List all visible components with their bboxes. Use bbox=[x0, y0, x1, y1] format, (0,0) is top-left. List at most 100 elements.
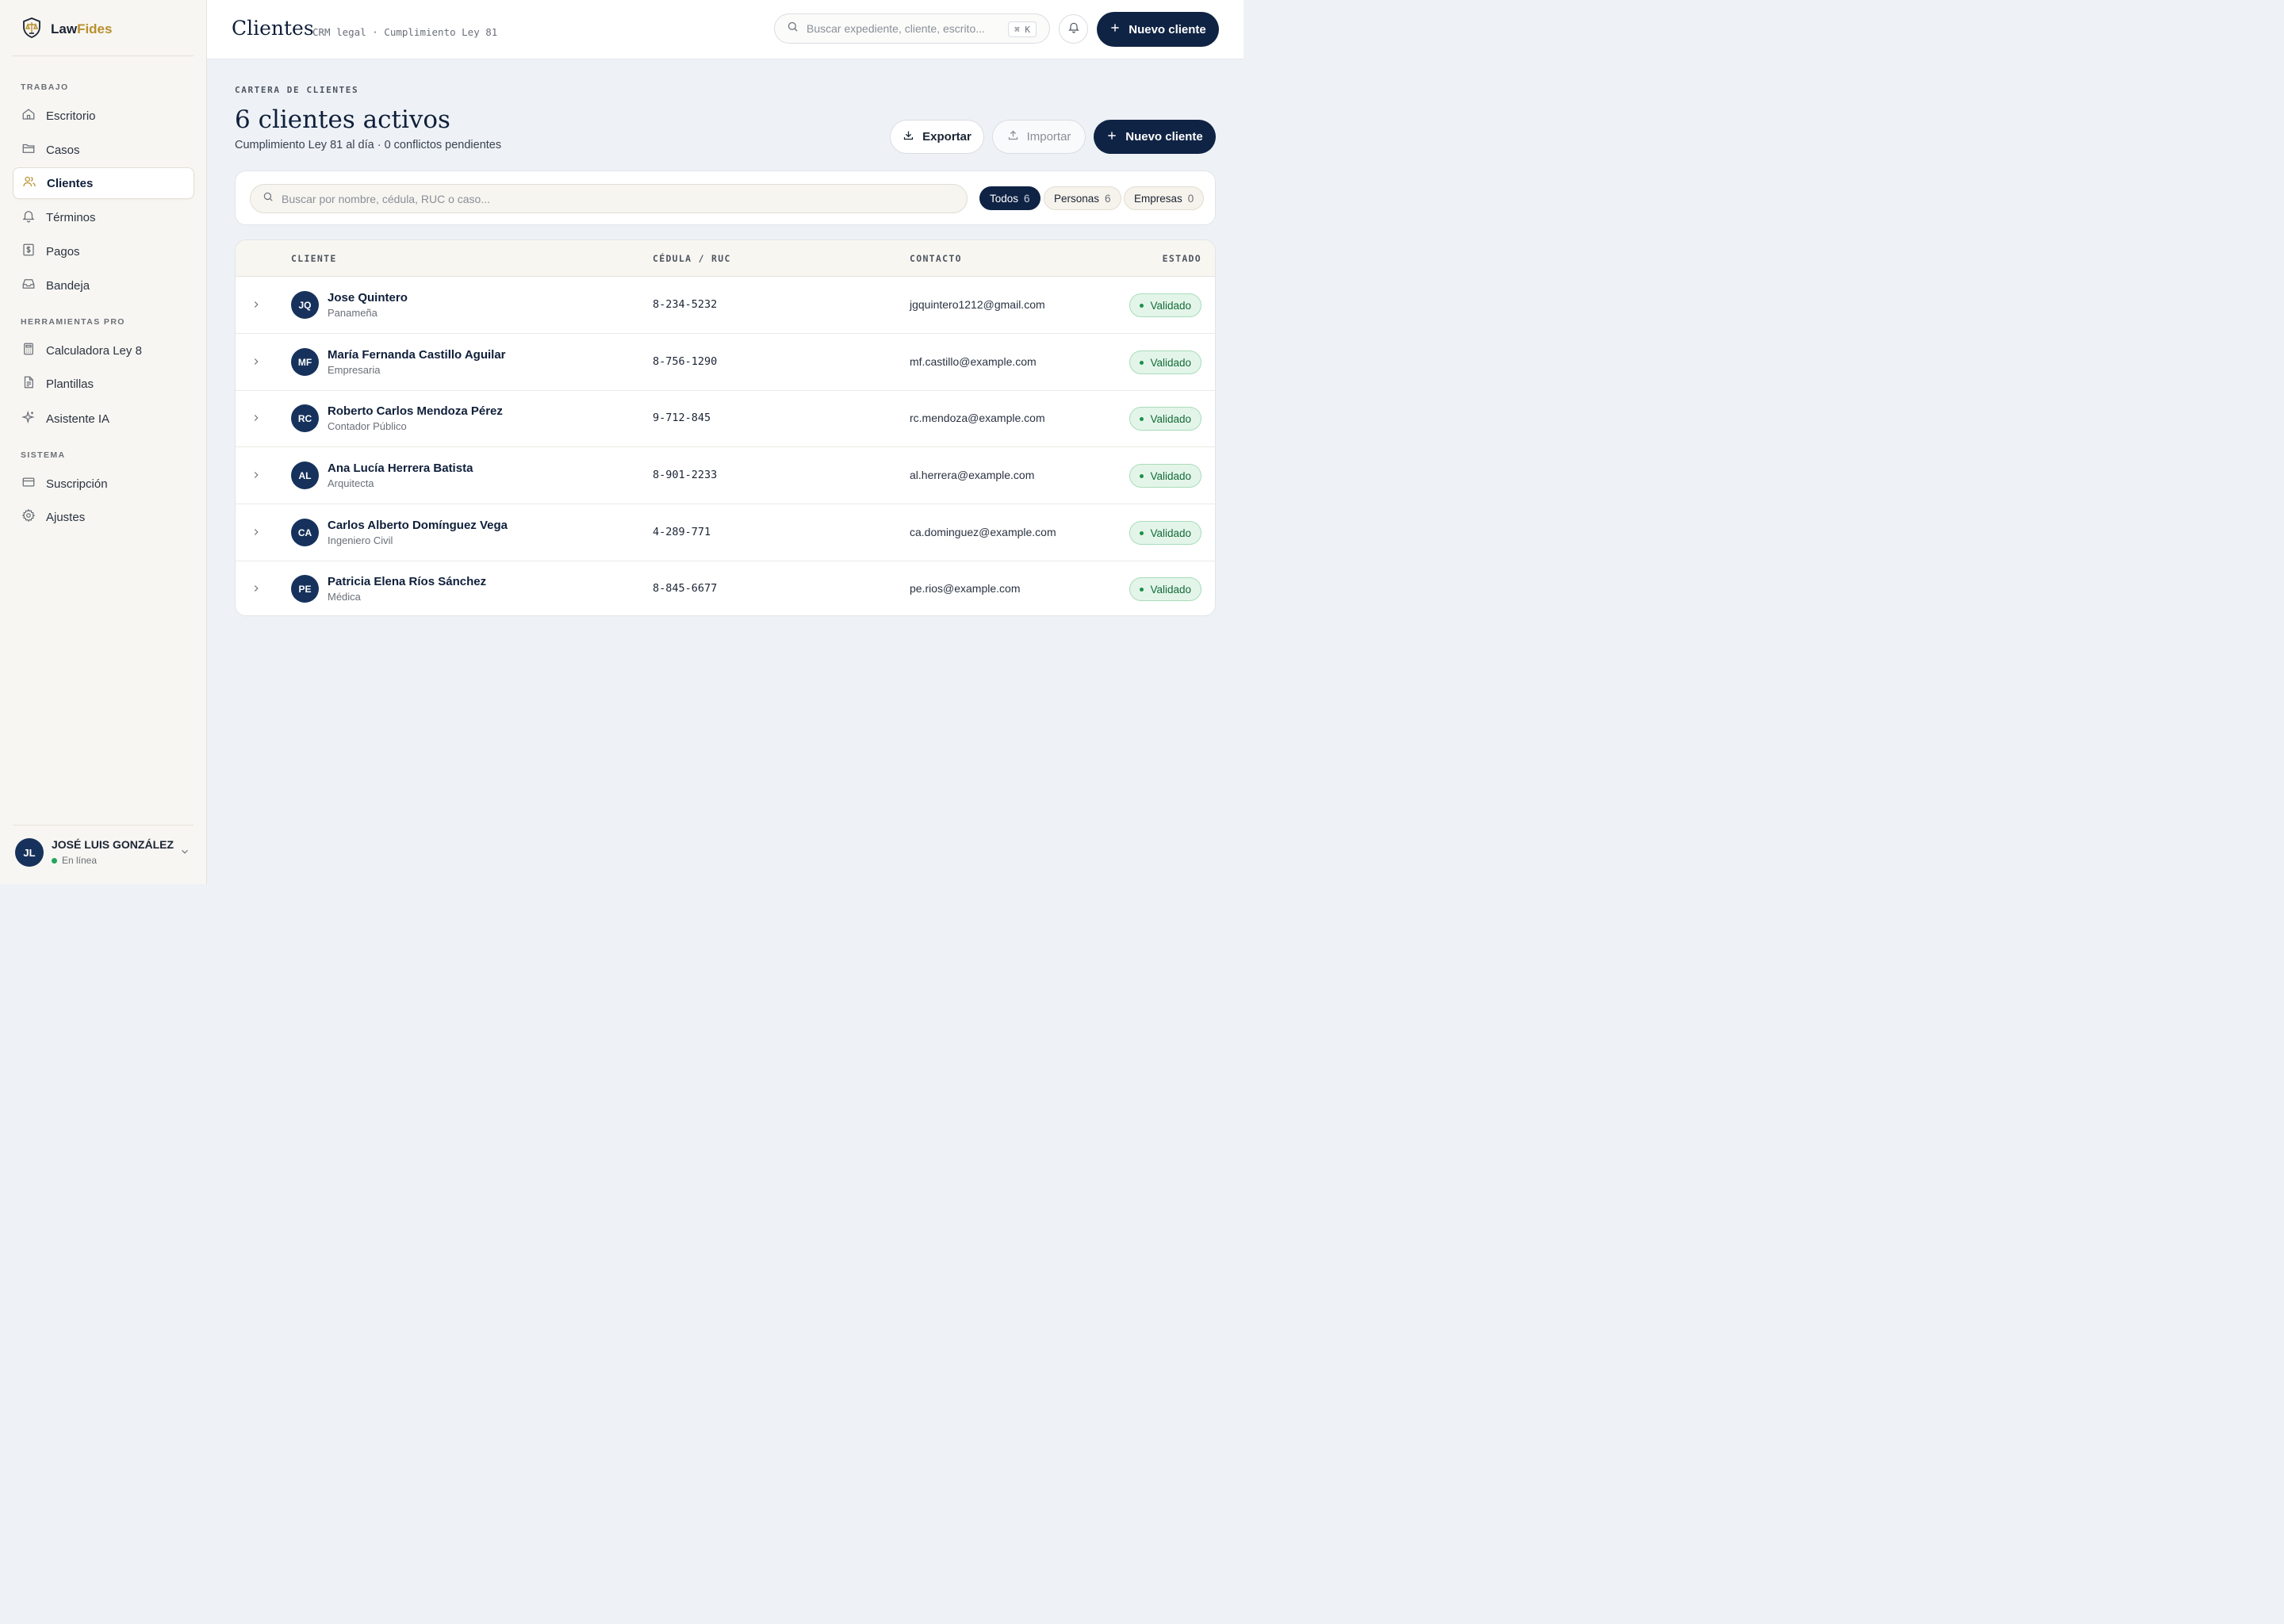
client-search[interactable] bbox=[250, 184, 968, 213]
avatar: PE bbox=[291, 575, 319, 603]
sidebar-item-plantillas[interactable]: Plantillas bbox=[13, 368, 194, 400]
plus-icon bbox=[1106, 130, 1117, 144]
client-name: María Fernanda Castillo Aguilar bbox=[328, 348, 506, 362]
client-email: ca.dominguez@example.com bbox=[910, 526, 1056, 538]
filter-chip-personas[interactable]: Personas 6 bbox=[1044, 186, 1121, 210]
avatar: JL bbox=[15, 838, 44, 867]
plus-icon bbox=[1109, 22, 1121, 36]
sidebar-item-asistente[interactable]: Asistente IA bbox=[13, 403, 194, 435]
search-icon bbox=[787, 21, 799, 36]
client-role: Arquitecta bbox=[328, 477, 374, 489]
sidebar: LawFides TRABAJO Escritorio Casos Client… bbox=[0, 0, 207, 884]
column-header-estado[interactable]: ESTADO bbox=[1163, 253, 1201, 264]
clients-table: CLIENTE CÉDULA / RUC CONTACTO ESTADO JQ … bbox=[235, 239, 1216, 616]
top-bar: Clientes CRM legal · Cumplimiento Ley 81… bbox=[207, 0, 1244, 59]
client-id: 9-712-845 bbox=[653, 412, 711, 424]
status-badge: Validado bbox=[1129, 407, 1201, 431]
export-label: Exportar bbox=[922, 130, 971, 144]
chevron-right-icon[interactable] bbox=[251, 356, 262, 371]
table-row[interactable]: CA Carlos Alberto Domínguez Vega Ingenie… bbox=[236, 504, 1215, 561]
sidebar-item-label: Escritorio bbox=[46, 109, 96, 123]
folder-icon bbox=[21, 141, 36, 159]
status-dot-icon bbox=[1140, 303, 1144, 308]
status-dot-icon bbox=[1140, 587, 1144, 592]
sidebar-item-label: Términos bbox=[46, 210, 96, 224]
client-role: Ingeniero Civil bbox=[328, 534, 393, 546]
chevron-right-icon[interactable] bbox=[251, 583, 262, 598]
status-dot-icon bbox=[1140, 360, 1144, 365]
page-subtitle: CRM legal · Cumplimiento Ley 81 bbox=[312, 26, 498, 38]
chevron-right-icon[interactable] bbox=[251, 527, 262, 542]
sidebar-item-calculadora[interactable]: Calculadora Ley 8 bbox=[13, 335, 194, 366]
header-new-client-button[interactable]: Nuevo cliente bbox=[1097, 12, 1219, 47]
calculator-icon bbox=[21, 342, 36, 359]
chip-count: 0 bbox=[1187, 192, 1194, 205]
sidebar-item-label: Suscripción bbox=[46, 477, 108, 491]
filter-bar: Todos 6 Personas 6 Empresas 0 bbox=[235, 170, 1216, 225]
chevron-down-icon[interactable] bbox=[179, 846, 190, 861]
client-name: Ana Lucía Herrera Batista bbox=[328, 462, 473, 475]
avatar: RC bbox=[291, 404, 319, 432]
notifications-button[interactable] bbox=[1059, 14, 1088, 44]
dollar-icon bbox=[21, 243, 36, 260]
client-role: Empresaria bbox=[328, 364, 381, 376]
sidebar-item-label: Ajustes bbox=[46, 510, 86, 524]
global-search[interactable]: ⌘ K bbox=[774, 13, 1050, 44]
main-title: 6 clientes activos bbox=[235, 105, 450, 134]
table-row[interactable]: MF María Fernanda Castillo Aguilar Empre… bbox=[236, 334, 1215, 391]
client-role: Médica bbox=[328, 591, 361, 603]
status-dot-icon bbox=[1140, 416, 1144, 421]
chevron-right-icon[interactable] bbox=[251, 299, 262, 314]
column-header-contacto[interactable]: CONTACTO bbox=[910, 253, 962, 264]
sidebar-item-pagos[interactable]: Pagos bbox=[13, 236, 194, 267]
import-button[interactable]: Importar bbox=[992, 120, 1086, 154]
chip-label: Todos bbox=[990, 192, 1019, 205]
filter-chip-empresas[interactable]: Empresas 0 bbox=[1124, 186, 1205, 210]
avatar: JQ bbox=[291, 291, 319, 319]
export-button[interactable]: Exportar bbox=[890, 120, 984, 154]
sidebar-item-bandeja[interactable]: Bandeja bbox=[13, 270, 194, 301]
bell-icon bbox=[1067, 21, 1080, 37]
table-row[interactable]: RC Roberto Carlos Mendoza Pérez Contador… bbox=[236, 390, 1215, 447]
sidebar-item-ajustes[interactable]: Ajustes bbox=[13, 501, 194, 533]
sidebar-item-label: Clientes bbox=[47, 176, 94, 190]
section-label-trabajo: TRABAJO bbox=[21, 82, 69, 92]
search-icon bbox=[263, 191, 274, 206]
table-row[interactable]: JQ Jose Quintero Panameña 8-234-5232 jgq… bbox=[236, 277, 1215, 334]
avatar: AL bbox=[291, 462, 319, 489]
gear-icon bbox=[21, 508, 36, 526]
chip-count: 6 bbox=[1024, 192, 1030, 205]
section-label-sistema: SISTEMA bbox=[21, 450, 66, 460]
user-status: En línea bbox=[52, 855, 97, 866]
client-id: 4-289-771 bbox=[653, 526, 711, 538]
column-header-cedula[interactable]: CÉDULA / RUC bbox=[653, 253, 731, 264]
column-header-cliente[interactable]: CLIENTE bbox=[291, 253, 337, 264]
chevron-right-icon[interactable] bbox=[251, 412, 262, 427]
sidebar-item-label: Pagos bbox=[46, 244, 80, 259]
new-client-button[interactable]: Nuevo cliente bbox=[1094, 120, 1216, 154]
sidebar-item-clientes[interactable]: Clientes bbox=[13, 167, 194, 199]
bell-icon bbox=[21, 209, 36, 226]
sidebar-item-terminos[interactable]: Términos bbox=[13, 201, 194, 233]
client-email: al.herrera@example.com bbox=[910, 469, 1035, 481]
download-icon bbox=[902, 129, 914, 144]
client-id: 8-845-6677 bbox=[653, 582, 718, 595]
upload-icon bbox=[1007, 129, 1019, 144]
client-id: 8-234-5232 bbox=[653, 298, 718, 311]
avatar: MF bbox=[291, 348, 319, 376]
table-row[interactable]: AL Ana Lucía Herrera Batista Arquitecta … bbox=[236, 447, 1215, 504]
filter-chip-todos[interactable]: Todos 6 bbox=[979, 186, 1040, 210]
table-row[interactable]: PE Patricia Elena Ríos Sánchez Médica 8-… bbox=[236, 561, 1215, 615]
sidebar-item-casos[interactable]: Casos bbox=[13, 134, 194, 166]
global-search-input[interactable] bbox=[807, 22, 997, 35]
sidebar-item-suscripcion[interactable]: Suscripción bbox=[13, 468, 194, 500]
client-search-input[interactable] bbox=[282, 192, 932, 205]
status-dot-icon bbox=[1140, 530, 1144, 535]
online-dot-icon bbox=[52, 857, 57, 864]
client-name: Jose Quintero bbox=[328, 291, 408, 304]
header-new-client-label: Nuevo cliente bbox=[1129, 22, 1206, 36]
brand-logo[interactable]: LawFides bbox=[21, 17, 112, 41]
user-menu[interactable]: JL JOSÉ LUIS GONZÁLEZ En línea bbox=[13, 825, 194, 884]
sidebar-item-escritorio[interactable]: Escritorio bbox=[13, 100, 194, 132]
chevron-right-icon[interactable] bbox=[251, 469, 262, 485]
